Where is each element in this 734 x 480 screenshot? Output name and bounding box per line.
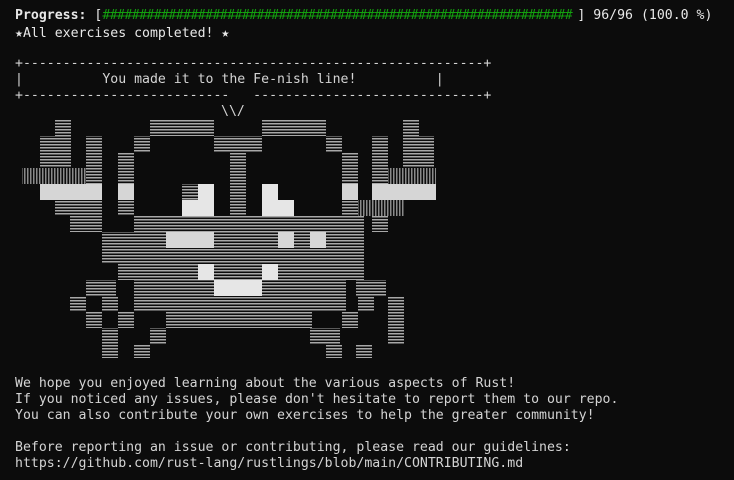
contributing-link[interactable]: https://github.com/rust-lang/rustlings/b… — [15, 456, 523, 472]
crab-body — [22, 120, 436, 358]
message-line-1: We hope you enjoyed learning about the v… — [15, 376, 516, 391]
ferris-crab-art — [22, 120, 436, 358]
terminal-window: Progress: [#############################… — [0, 0, 734, 480]
message-line-2: If you noticed any issues, please don't … — [15, 392, 619, 407]
message-line-3: You can also contribute your own exercis… — [15, 408, 595, 423]
guidelines-text: Before reporting an issue or contributin… — [15, 440, 571, 455]
